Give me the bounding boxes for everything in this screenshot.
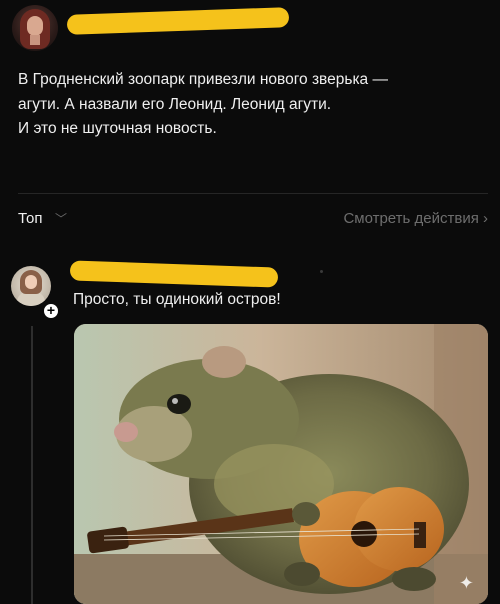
post-text: В Гродненский зоопарк привезли нового зв… bbox=[18, 68, 488, 142]
separator-dot bbox=[320, 270, 323, 273]
post-text-line: В Гродненский зоопарк привезли нового зв… bbox=[18, 71, 388, 88]
view-activity-label: Смотреть действия bbox=[343, 210, 479, 227]
chevron-down-icon[interactable]: ﹀ bbox=[55, 210, 67, 227]
comment-text: Просто, ты одинокий остров! bbox=[73, 291, 281, 308]
comment-image[interactable]: ✦ bbox=[74, 324, 488, 604]
agouti-with-guitar-photo bbox=[74, 324, 488, 604]
redacted-author-name bbox=[66, 7, 290, 35]
view-activity-link[interactable]: Смотреть действия › bbox=[343, 210, 488, 227]
thread-line bbox=[31, 326, 33, 604]
author-avatar[interactable] bbox=[12, 5, 58, 51]
post-text-line: агути. А назвали его Леонид. Леонид агут… bbox=[18, 95, 332, 113]
redacted-commenter-name bbox=[69, 260, 279, 288]
sort-dropdown-label[interactable]: Топ bbox=[18, 210, 42, 227]
divider bbox=[18, 193, 488, 194]
comments-header: Топ ﹀ Смотреть действия › bbox=[18, 208, 488, 230]
post-text-line: И это не шуточная новость. bbox=[18, 120, 217, 137]
commenter-avatar[interactable] bbox=[11, 266, 51, 306]
follow-plus-icon[interactable]: + bbox=[42, 302, 60, 320]
sparkle-icon: ✦ bbox=[458, 573, 474, 593]
